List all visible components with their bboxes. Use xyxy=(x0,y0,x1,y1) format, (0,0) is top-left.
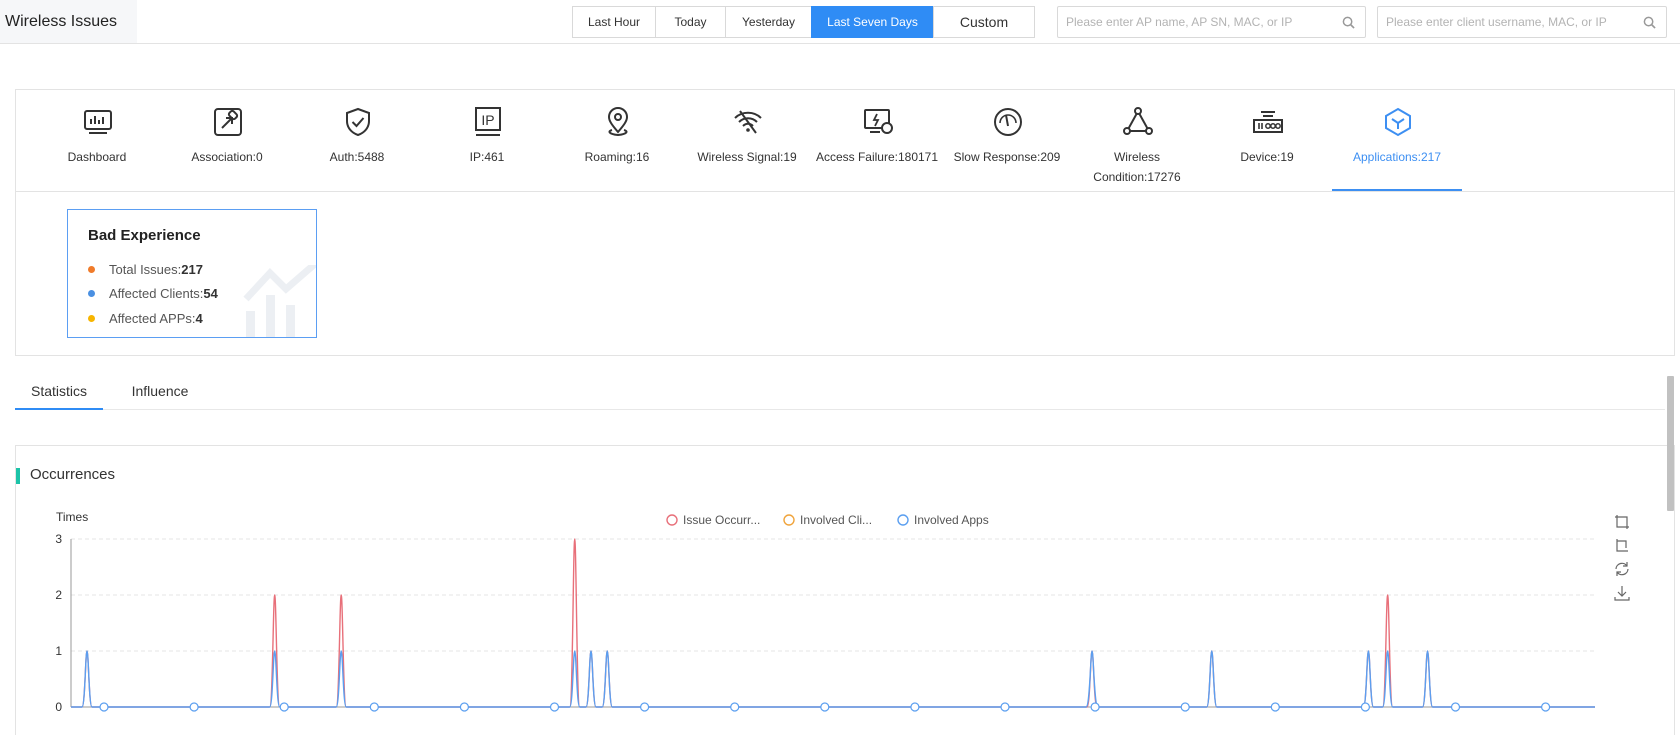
data-point xyxy=(1000,702,1010,712)
data-point xyxy=(910,702,920,712)
download-icon[interactable] xyxy=(1614,586,1630,601)
data-point xyxy=(1090,702,1100,712)
scrollbar[interactable] xyxy=(1667,376,1674,511)
legend-marker-icon xyxy=(666,514,678,526)
data-point xyxy=(189,702,199,712)
y-tick-label: 2 xyxy=(55,588,62,602)
data-point xyxy=(820,702,830,712)
y-axis-label: Times xyxy=(56,510,88,524)
data-point xyxy=(730,702,740,712)
data-point xyxy=(549,702,560,712)
y-tick-label: 0 xyxy=(55,700,62,714)
data-point xyxy=(1360,702,1371,712)
data-point xyxy=(459,702,469,712)
zoom-select-icon[interactable] xyxy=(1615,515,1629,529)
restore-icon[interactable] xyxy=(1615,562,1629,576)
legend-marker-icon xyxy=(897,514,909,526)
zoom-reset-icon[interactable] xyxy=(1616,539,1628,552)
y-tick-label: 3 xyxy=(55,532,62,546)
series-line xyxy=(71,650,1595,708)
occurrences-chart: 0 1 2 3 Times Issue Occurr... Involved Cli...… xyxy=(55,510,1630,714)
data-point xyxy=(1270,702,1280,712)
data-point xyxy=(1180,702,1190,712)
data-point xyxy=(1540,702,1551,712)
legend-item[interactable]: Involved Apps xyxy=(914,513,989,527)
legend-item[interactable]: Involved Cli... xyxy=(800,513,872,527)
legend-item[interactable]: Issue Occurr... xyxy=(683,513,760,527)
data-point xyxy=(1450,702,1461,712)
legend-marker-icon xyxy=(783,514,795,526)
data-point xyxy=(369,702,379,712)
y-tick-label: 1 xyxy=(55,644,62,658)
data-point xyxy=(99,702,109,712)
data-point xyxy=(279,702,289,712)
data-point xyxy=(639,702,650,712)
